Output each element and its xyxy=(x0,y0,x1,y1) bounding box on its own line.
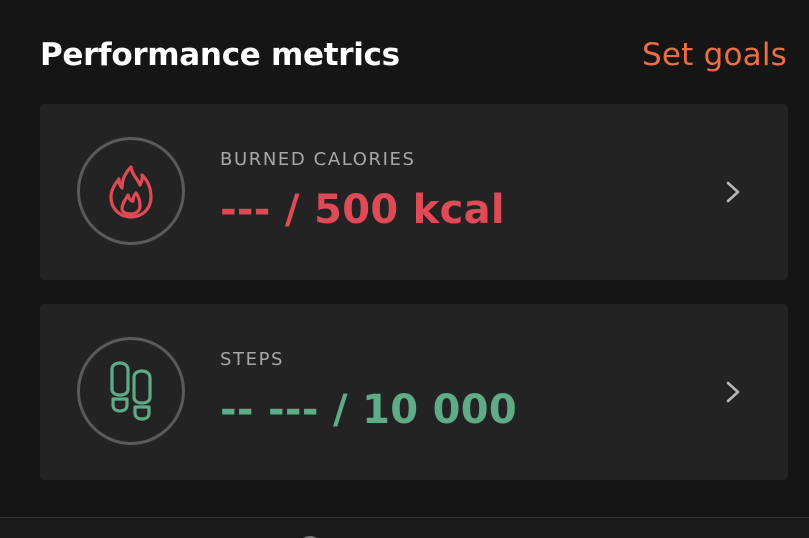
section-title: Performance metrics xyxy=(40,37,400,73)
flame-icon xyxy=(77,137,185,245)
section-header: Performance metrics Set goals xyxy=(40,30,787,80)
metric-label: STEPS xyxy=(220,349,285,370)
footprints-icon xyxy=(77,337,185,445)
set-goals-link[interactable]: Set goals xyxy=(642,37,787,73)
bottom-navigation-bar xyxy=(0,517,809,538)
metric-value: -- --- / 10 000 xyxy=(220,387,517,433)
performance-metrics-screen: Performance metrics Set goals BURNED CAL… xyxy=(0,0,809,538)
metric-label: BURNED CALORIES xyxy=(220,149,416,170)
burned-calories-card[interactable]: BURNED CALORIES --- / 500 kcal xyxy=(40,104,788,280)
metric-value: --- / 500 kcal xyxy=(220,187,505,233)
chevron-right-icon xyxy=(726,381,740,403)
steps-card[interactable]: STEPS -- --- / 10 000 xyxy=(40,304,788,480)
chevron-right-icon xyxy=(726,181,740,203)
